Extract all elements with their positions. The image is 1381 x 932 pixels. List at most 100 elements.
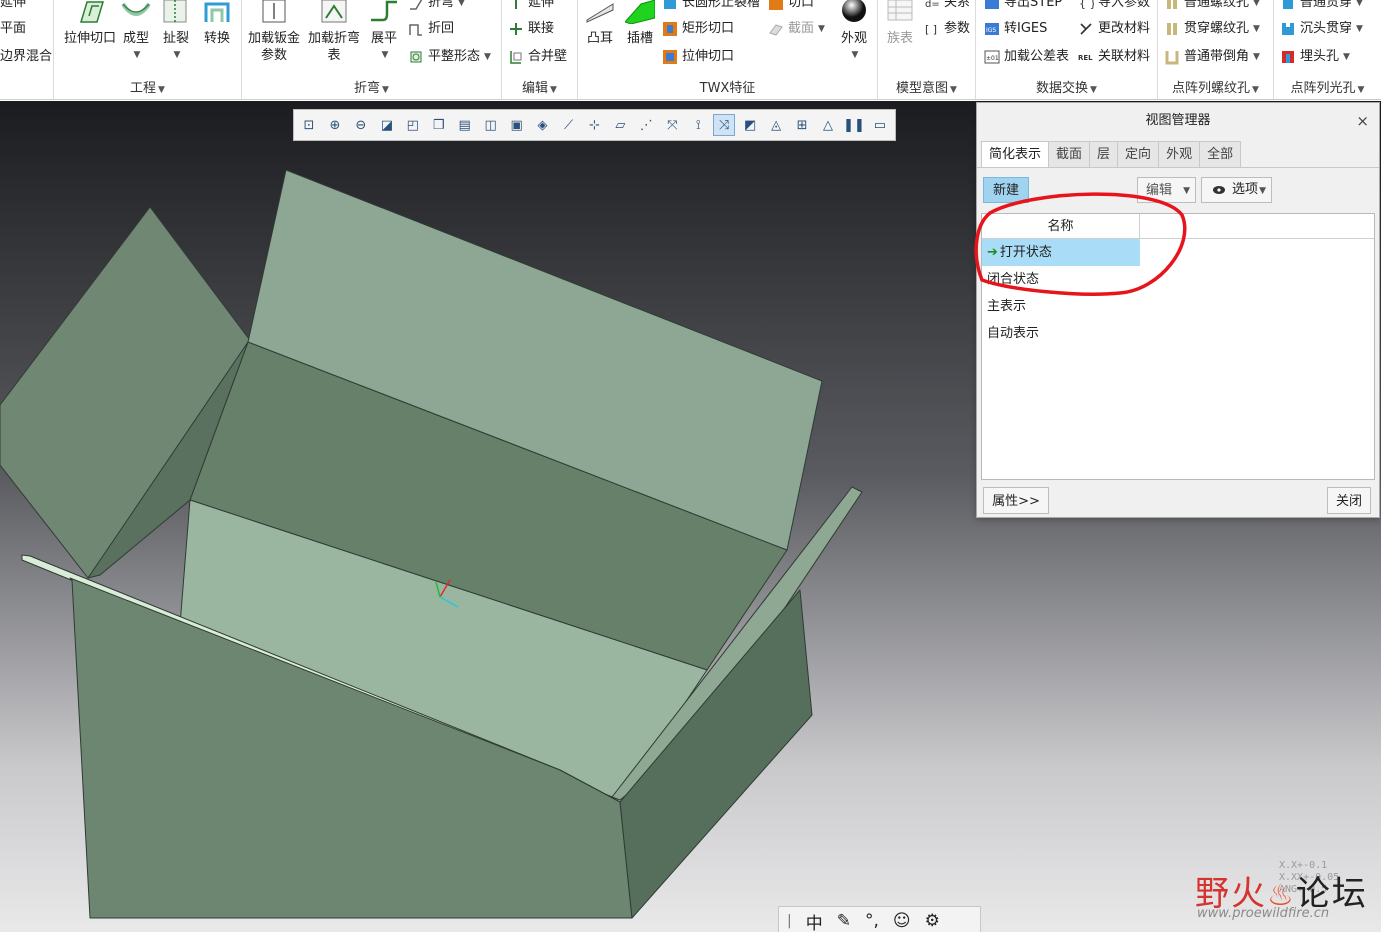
- datum-display-icon[interactable]: ⟋: [558, 114, 580, 136]
- convert-button[interactable]: 转换: [200, 0, 234, 47]
- options-dropdown[interactable]: 选项 ▼: [1201, 177, 1272, 203]
- sheetmetal-params-icon: [259, 0, 289, 24]
- relations-icon: d=: [924, 0, 940, 11]
- load-tolerance-table-item[interactable]: ±01 加载公差表: [984, 46, 1069, 68]
- close-icon[interactable]: ×: [1356, 103, 1369, 139]
- group-label-data-exchange: 数据交换 ▼: [1036, 81, 1097, 96]
- export-step-item[interactable]: 导出STEP: [984, 0, 1062, 14]
- more-tools-icon[interactable]: ▭: [869, 114, 891, 136]
- glasses-icon[interactable]: ◬: [765, 114, 787, 136]
- counterbore-through-item[interactable]: 沉头贯穿 ▼: [1280, 18, 1363, 40]
- thread-hole-icon: [1164, 0, 1180, 11]
- join-icon: [508, 21, 524, 37]
- ime-emoji-icon[interactable]: ☺: [893, 911, 911, 931]
- to-iges-item[interactable]: IGS 转IGES: [984, 18, 1047, 40]
- rel-icon: REL: [1078, 49, 1094, 65]
- ime-handwriting-icon[interactable]: ✎: [837, 911, 851, 931]
- family-table-icon: [885, 0, 915, 24]
- load-sheetmetal-params-button[interactable]: 加载钣金 参数: [246, 0, 302, 64]
- flat-pattern-item[interactable]: 平整形态 ▼: [408, 46, 491, 68]
- standard-thread-hole-item[interactable]: 普通螺纹孔 ▼: [1164, 0, 1260, 14]
- repaint-icon[interactable]: ◪: [376, 114, 398, 136]
- appearance-button[interactable]: 外观 ▼: [834, 0, 874, 64]
- section-view-icon[interactable]: ◈: [532, 114, 554, 136]
- datum-axes-icon[interactable]: ⊹: [583, 114, 605, 136]
- refit-icon[interactable]: ⊡: [298, 114, 320, 136]
- import-params-icon: { }: [1078, 0, 1097, 11]
- obround-relief-item[interactable]: 长圆形止裂槽: [662, 0, 760, 14]
- associate-material-item[interactable]: REL 关联材料: [1078, 46, 1150, 68]
- perspective-icon[interactable]: ◫: [480, 114, 502, 136]
- tab-layer[interactable]: 层: [1089, 141, 1119, 167]
- ime-settings-icon[interactable]: ⚙: [925, 911, 940, 931]
- ime-punctuation[interactable]: °,: [865, 911, 879, 931]
- cut-item[interactable]: 切口: [768, 0, 814, 14]
- join-item[interactable]: 联接: [508, 18, 554, 40]
- ribbon-boundary-blend-item[interactable]: 边界混合: [0, 46, 52, 68]
- ime-chinese-mode[interactable]: 中: [806, 909, 823, 932]
- shading-icon[interactable]: ▣: [506, 114, 528, 136]
- warning-icon[interactable]: △: [817, 114, 839, 136]
- countersink-item[interactable]: 埋头孔 ▼: [1280, 46, 1350, 68]
- load-bend-table-button[interactable]: 加载折弯 表: [304, 0, 364, 64]
- ribbon-extend-item[interactable]: 延伸: [0, 0, 26, 14]
- ribbon-group-partial: 延伸 平面 边界混合: [0, 0, 54, 99]
- twx-extrude-cut-item[interactable]: 拉伸切口: [662, 46, 734, 68]
- form-caret: ▼: [133, 50, 141, 60]
- pause-icon[interactable]: ❚❚: [843, 114, 865, 136]
- tab-appearance[interactable]: 外观: [1158, 141, 1201, 167]
- render-icon[interactable]: ◩: [739, 114, 761, 136]
- ribbon-group-twx: 凸耳 插槽 长圆形止裂槽 矩形切口 拉伸切口 切口 截面 ▼ 外观 ▼ TWX特征: [578, 0, 878, 99]
- saved-orientations-icon[interactable]: ❒: [428, 114, 450, 136]
- tab-simplified-rep[interactable]: 简化表示: [981, 141, 1050, 167]
- tab-section[interactable]: 截面: [1048, 141, 1091, 167]
- parameters-item[interactable]: [ ] 参数: [924, 18, 970, 40]
- group-label-hole-array: 点阵列光孔 ▼: [1290, 81, 1365, 96]
- datum-planes-icon[interactable]: ▱: [609, 114, 631, 136]
- display-style-icon[interactable]: ◰: [402, 114, 424, 136]
- bend-item[interactable]: 折弯 ▼: [408, 0, 465, 14]
- bend-back-item[interactable]: 折回: [408, 18, 454, 40]
- chamfer-thread-hole-item[interactable]: 普通带倒角 ▼: [1164, 46, 1260, 68]
- change-material-item[interactable]: 更改材料: [1078, 18, 1150, 40]
- rect-cut-item[interactable]: 矩形切口: [662, 18, 734, 40]
- list-item[interactable]: 自动表示: [982, 320, 1140, 347]
- rip-button[interactable]: 扯裂 ▼: [160, 0, 192, 64]
- eye-icon: [1212, 185, 1226, 195]
- tab-lug-button[interactable]: 凸耳: [580, 0, 620, 47]
- view-manager-icon[interactable]: ▤: [454, 114, 476, 136]
- ribbon-group-hole-array: 普通贯穿 ▼ 沉头贯穿 ▼ 埋头孔 ▼ 点阵列光孔 ▼: [1274, 0, 1381, 99]
- tab-orient[interactable]: 定向: [1117, 141, 1160, 167]
- import-params-item[interactable]: { }导入参数: [1078, 0, 1150, 14]
- flat-pattern-icon: [408, 49, 424, 65]
- countersink-icon: [1280, 49, 1296, 65]
- dimension-icon[interactable]: ⊞: [791, 114, 813, 136]
- standard-through-item[interactable]: 普通贯穿 ▼: [1280, 0, 1363, 14]
- properties-button[interactable]: 属性>>: [983, 487, 1049, 514]
- datum-points-icon[interactable]: ⋰: [635, 114, 657, 136]
- unbend-button[interactable]: 展平 ▼: [366, 0, 402, 64]
- relations-item[interactable]: d= 关系: [924, 0, 970, 14]
- zoom-out-icon[interactable]: ⊖: [350, 114, 372, 136]
- bend-table-icon: [319, 0, 349, 24]
- zoom-in-icon[interactable]: ⊕: [324, 114, 346, 136]
- slot-button[interactable]: 插槽: [620, 0, 660, 47]
- form-button[interactable]: 成型 ▼: [120, 0, 152, 64]
- close-button[interactable]: 关闭: [1327, 487, 1371, 514]
- spin-center-icon[interactable]: ⤨: [713, 114, 736, 136]
- extend-item[interactable]: 延伸: [508, 0, 554, 14]
- tab-all[interactable]: 全部: [1199, 141, 1242, 167]
- extrude-cut-button[interactable]: 拉伸切口: [58, 0, 122, 47]
- group-label-edit: 编辑 ▼: [522, 81, 557, 96]
- rip-caret: ▼: [173, 50, 181, 60]
- coordinate-systems-icon[interactable]: ⤧: [661, 114, 683, 136]
- slot-icon: [624, 0, 656, 25]
- section-item[interactable]: 截面 ▼: [768, 18, 825, 40]
- form-icon: [121, 0, 151, 24]
- family-table-button[interactable]: 族表: [880, 0, 920, 47]
- tolerance-table-icon: ±01: [984, 49, 1000, 65]
- annotation-display-icon[interactable]: ⟟: [687, 114, 709, 136]
- through-thread-hole-item[interactable]: 贯穿螺纹孔 ▼: [1164, 18, 1260, 40]
- ribbon-plane-item[interactable]: 平面: [0, 18, 26, 40]
- merge-walls-item[interactable]: 合并壁: [508, 46, 567, 68]
